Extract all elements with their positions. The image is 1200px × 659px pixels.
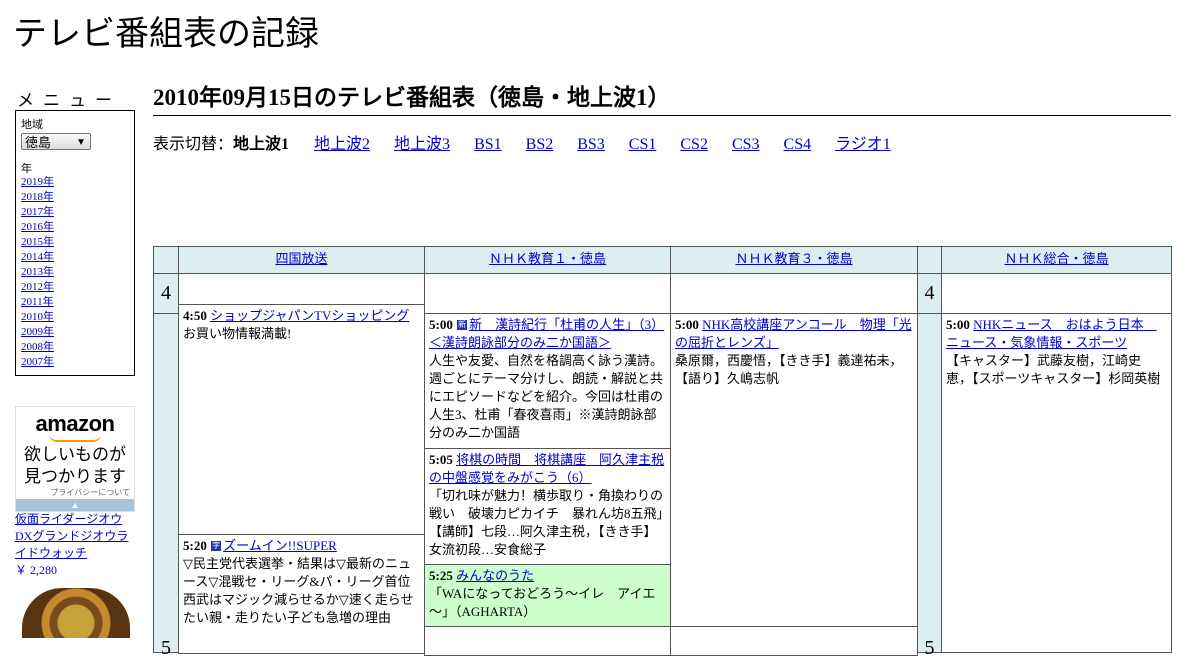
year-link-2014[interactable]: 2014年 [21, 251, 54, 263]
ad-product-link[interactable]: 仮面ライダージオウ DXグランドジオウライドウォッチ [15, 512, 128, 560]
menu-box: 地域 徳島 ▼ 年 2019年 2018年 2017年 2016年 2015年 … [15, 110, 135, 376]
empty-slot [424, 626, 671, 656]
program-time: 5:05 [429, 452, 453, 467]
program-edu3-0500: 5:00 NHK高校講座アンコール 物理「光の屈折とレンズ」 桑原爾，西慶悟，【… [670, 313, 918, 627]
region-select[interactable]: 徳島 ▼ [21, 133, 91, 150]
hour-cell-5-right: 5 [917, 313, 942, 658]
program-title-link[interactable]: NHK高校講座アンコール 物理「光の屈折とレンズ」 [675, 317, 912, 350]
program-title-link[interactable]: NHKニュース おはよう日本 ニュース・気象情報・スポーツ [946, 317, 1157, 350]
switch-link-radio1[interactable]: ラジオ1 [835, 136, 891, 153]
channel-link-shikoku[interactable]: 四国放送 [275, 251, 327, 266]
program-edu1-0505: 5:05 将棋の時間 将棋講座 阿久津主税の中盤感覚をみがこう（6） 「切れ味が… [424, 448, 671, 565]
switch-current: 地上波1 [233, 136, 290, 153]
channel-link-sogo[interactable]: ＮＨＫ総合・徳島 [1004, 251, 1108, 266]
empty-slot [424, 273, 671, 314]
program-desc: 「WAになっておどろう～イレ アイエ～」（AGHARTA） [429, 586, 656, 619]
ad-product-image[interactable] [22, 588, 130, 638]
hour-label-5: 5 [161, 637, 171, 659]
program-desc: 【キャスター】武藤友樹，江崎史恵，【スポーツキャスター】杉岡英樹 [946, 353, 1161, 386]
switch-link-terrestrial2[interactable]: 地上波2 [314, 136, 370, 153]
switch-link-bs2[interactable]: BS2 [526, 136, 554, 153]
program-time: 5:00 [946, 317, 970, 332]
switch-link-cs3[interactable]: CS3 [732, 136, 760, 153]
region-label: 地域 [21, 119, 43, 131]
grid-corner-left [153, 246, 179, 274]
program-time: 5:25 [429, 568, 453, 583]
program-desc: 桑原爾，西慶悟，【きき手】義達祐未，【語り】久嶋志帆 [675, 353, 903, 386]
program-sogo-0500: 5:00 NHKニュース おはよう日本 ニュース・気象情報・スポーツ 【キャスタ… [941, 313, 1172, 653]
program-shikoku-0520: 5:20 字ズームイン!!SUPER ▽民主党代表選挙・結果は▽最新のニュース▽… [178, 534, 425, 654]
program-grid: 四国放送 ＮＨＫ教育１・徳島 ＮＨＫ教育３・徳島 ＮＨＫ総合・徳島 4 4 5 … [153, 246, 1172, 658]
year-link-2012[interactable]: 2012年 [21, 281, 54, 293]
amazon-ad-banner[interactable]: amazon 欲しいものが 見つかります プライバシーについて ▲ [15, 406, 135, 512]
year-link-2018[interactable]: 2018年 [21, 191, 54, 203]
grid-corner-right [917, 246, 942, 274]
display-switch: 表示切替：地上波1 地上波2 地上波3 BS1 BS2 BS3 CS1 CS2 … [153, 135, 911, 155]
ad-product-price: ￥ 2,280 [15, 563, 58, 577]
program-time: 4:50 [183, 308, 207, 323]
program-shikoku-0450: 4:50 ショップジャパンTVショッピング お買い物情報満載! [178, 304, 425, 535]
new-badge-icon: 新 [457, 320, 468, 331]
hour-cell-4-right: 4 [917, 273, 942, 314]
region-select-value: 徳島 [25, 135, 52, 150]
program-title-link[interactable]: 将棋の時間 将棋講座 阿久津主税の中盤感覚をみがこう（6） [429, 452, 664, 485]
year-link-2009[interactable]: 2009年 [21, 326, 54, 338]
ad-product[interactable]: 仮面ライダージオウ DXグランドジオウライドウォッチ ￥ 2,280 [15, 511, 135, 579]
channel-link-edu1[interactable]: ＮＨＫ教育１・徳島 [489, 251, 606, 266]
empty-slot [178, 273, 425, 305]
year-link-2008[interactable]: 2008年 [21, 341, 54, 353]
switch-link-bs1[interactable]: BS1 [474, 136, 502, 153]
year-link-2016[interactable]: 2016年 [21, 221, 54, 233]
switch-link-terrestrial3[interactable]: 地上波3 [394, 136, 450, 153]
year-link-2015[interactable]: 2015年 [21, 236, 54, 248]
ad-tagline-2: 見つかります [24, 467, 126, 486]
amazon-logo: amazon [35, 411, 115, 436]
program-desc: ▽民主党代表選挙・結果は▽最新のニュース▽混戦セ・リーグ&パ・リーグ首位 西武は… [183, 556, 424, 625]
hour-cell-4: 4 [153, 273, 179, 314]
program-time: 5:00 [675, 317, 699, 332]
year-link-2013[interactable]: 2013年 [21, 266, 54, 278]
switch-link-cs1[interactable]: CS1 [629, 136, 657, 153]
switch-link-cs4[interactable]: CS4 [784, 136, 812, 153]
empty-slot [670, 273, 918, 314]
ad-privacy-link[interactable]: プライバシーについて [50, 487, 130, 498]
year-link-2011[interactable]: 2011年 [21, 296, 54, 308]
year-label: 年 [21, 163, 32, 175]
channel-header-sogo: ＮＨＫ総合・徳島 [941, 246, 1172, 274]
menu-label: メニュー [17, 91, 121, 110]
year-link-2017[interactable]: 2017年 [21, 206, 54, 218]
switch-link-bs3[interactable]: BS3 [577, 136, 605, 153]
program-title-link[interactable]: みんなのうた [456, 568, 534, 583]
year-link-2007[interactable]: 2007年 [21, 356, 54, 368]
page-heading: 2010年09月15日のテレビ番組表（徳島・地上波1） [153, 84, 1171, 116]
site-title: テレビ番組表の記録 [13, 16, 319, 53]
program-desc: 「切れ味が魅力！横歩取り・角換わりの戦い 破壊力ピカイチ 暴れん坊8五飛」【講師… [429, 488, 664, 557]
year-list: 2019年 2018年 2017年 2016年 2015年 2014年 2013… [21, 175, 54, 370]
channel-link-edu3[interactable]: ＮＨＫ教育３・徳島 [735, 251, 852, 266]
program-title-link[interactable]: ショップジャパンTVショッピング [210, 308, 409, 323]
empty-slot [941, 273, 1172, 314]
switch-link-cs2[interactable]: CS2 [680, 136, 708, 153]
year-link-2010[interactable]: 2010年 [21, 311, 54, 323]
empty-slot [670, 626, 918, 656]
program-edu1-0525: 5:25 みんなのうた 「WAになっておどろう～イレ アイエ～」（AGHARTA… [424, 564, 671, 627]
channel-header-edu1: ＮＨＫ教育１・徳島 [424, 246, 671, 274]
program-desc: お買い物情報満載! [183, 326, 292, 341]
switch-label: 表示切替： [153, 136, 234, 153]
hour-cell-5: 5 [153, 313, 179, 658]
year-link-2019[interactable]: 2019年 [21, 176, 54, 188]
program-desc: 人生や友愛、自然を格調高く詠う漢詩。週ごとにテーマ分けし、朗読・解説と共にエピソ… [429, 353, 664, 440]
program-title-link[interactable]: ズームイン!!SUPER [223, 538, 337, 553]
ad-expand-icon[interactable]: ▲ [16, 499, 134, 511]
ad-tagline-1: 欲しいものが [24, 445, 126, 464]
channel-header-shikoku: 四国放送 [178, 246, 425, 274]
program-edu1-0500: 5:00 新新 漢詩紀行「杜甫の人生」（3）＜漢詩朗詠部分のみ二か国語＞ 人生や… [424, 313, 671, 449]
program-time: 5:00 [429, 317, 453, 332]
program-time: 5:20 [183, 538, 207, 553]
channel-header-edu3: ＮＨＫ教育３・徳島 [670, 246, 918, 274]
hour-label-5-right: 5 [924, 637, 935, 659]
subtitle-badge-icon: 字 [211, 541, 222, 552]
chevron-down-icon: ▼ [76, 137, 86, 148]
